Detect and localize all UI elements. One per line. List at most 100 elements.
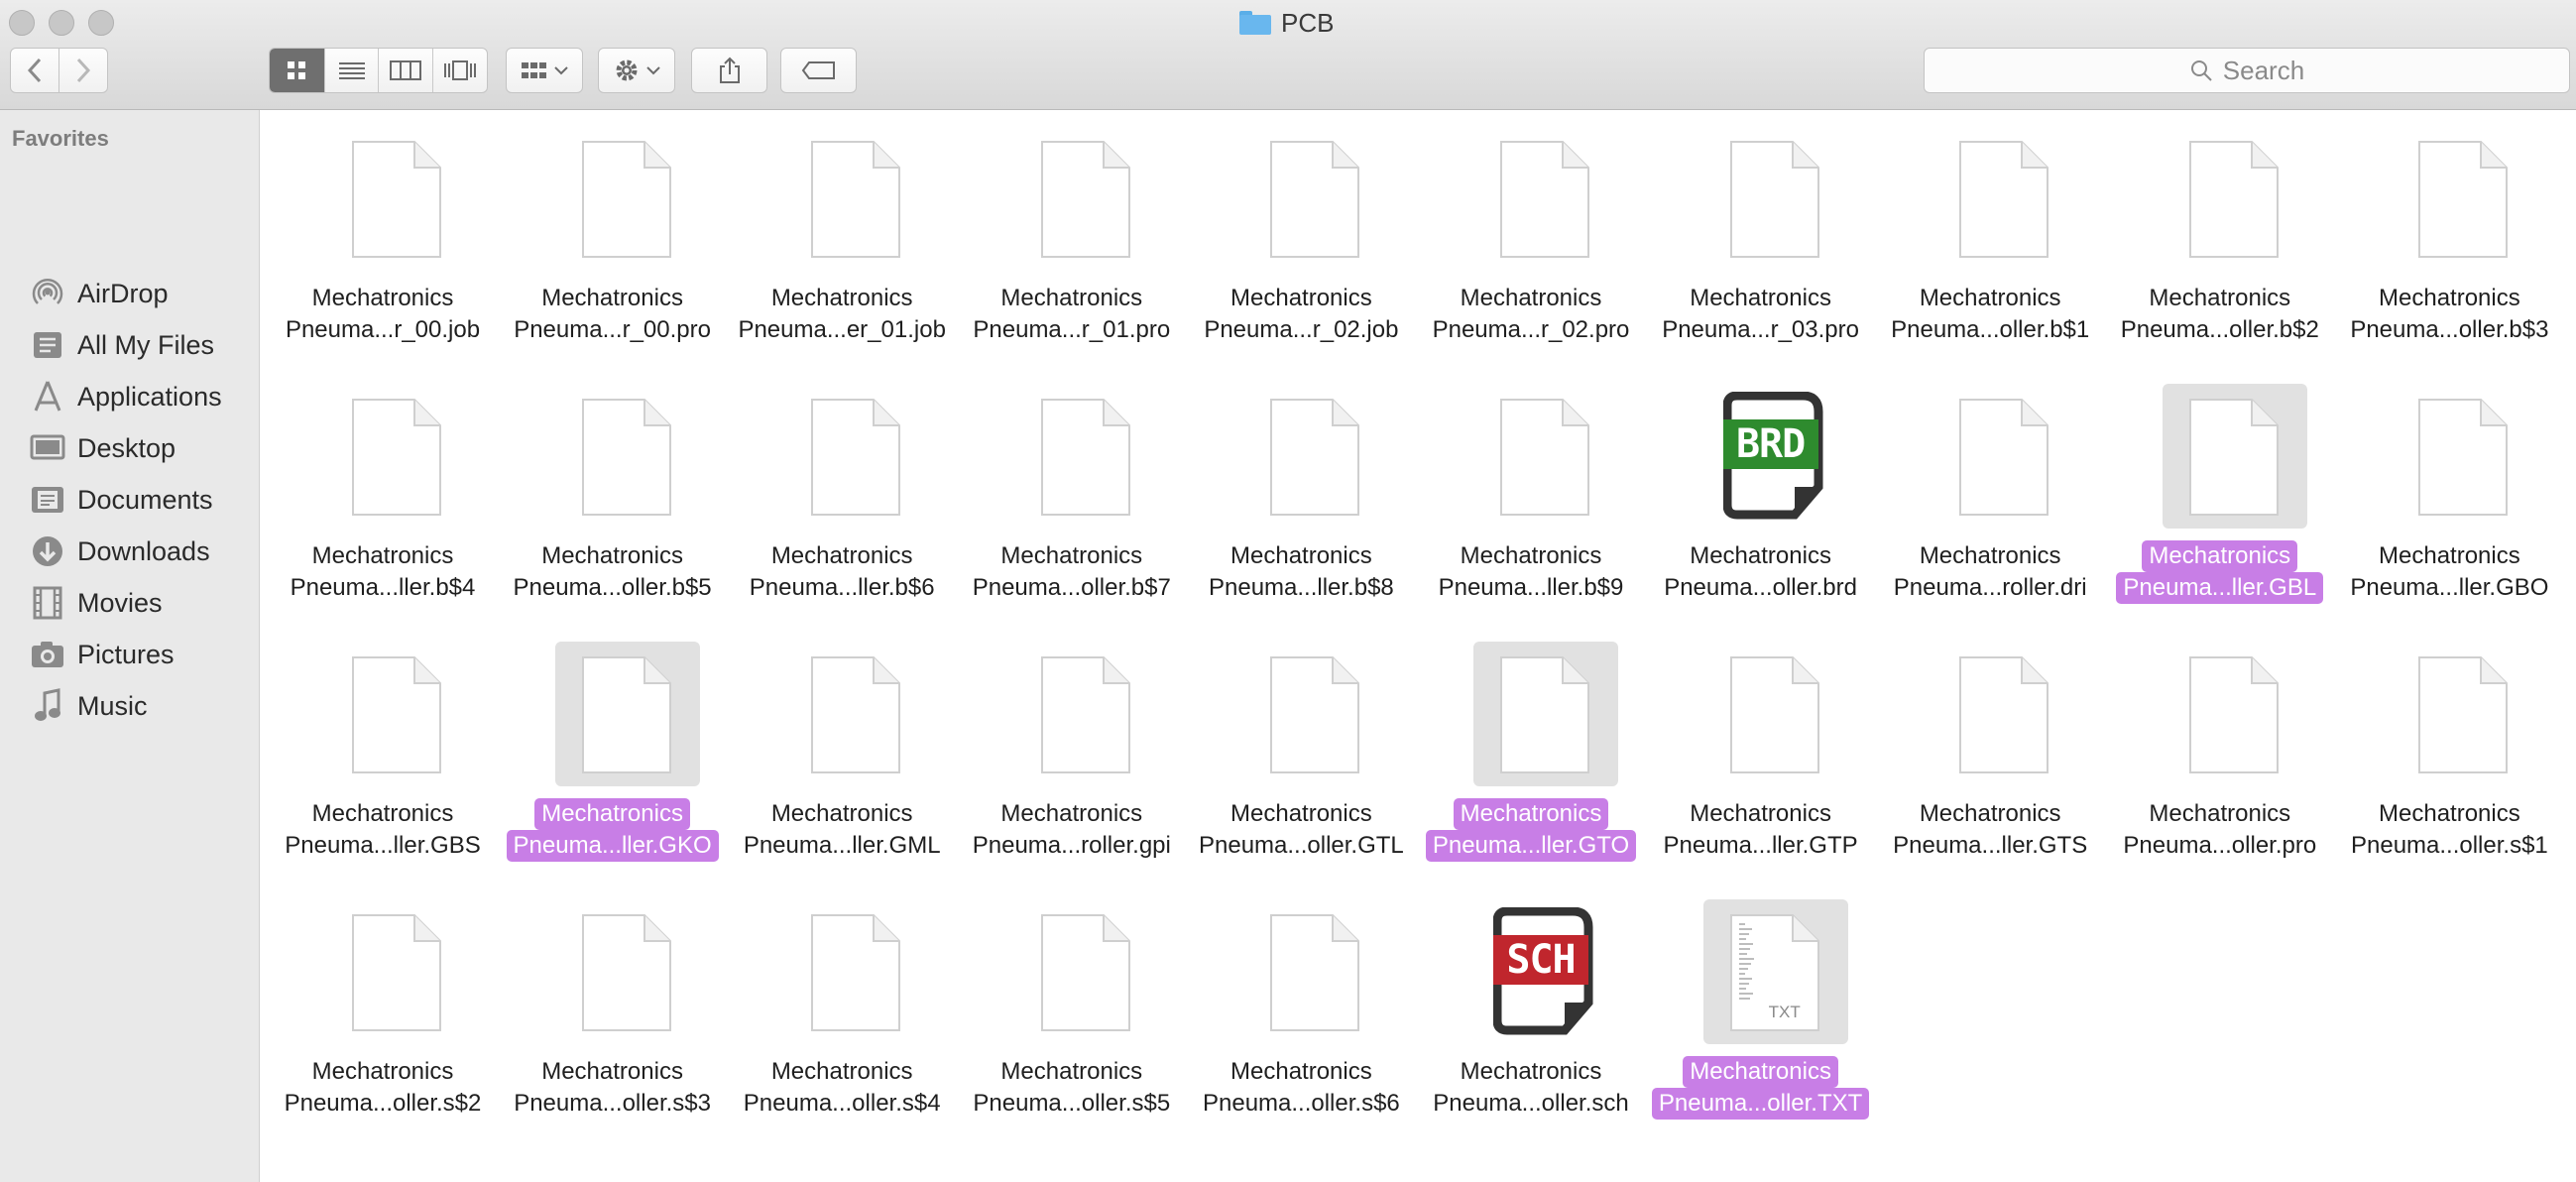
file-name[interactable]: Mechatronics Pneuma...ller.GTS — [1875, 798, 2105, 862]
file-item[interactable]: Mechatronics Pneuma...r_00.job — [268, 120, 498, 368]
file-item[interactable]: Mechatronics Pneuma...ller.GBS — [268, 636, 498, 884]
file-thumbnail[interactable] — [1703, 642, 1848, 786]
search-field[interactable]: Search — [1924, 48, 2570, 93]
file-thumbnail[interactable] — [784, 642, 929, 786]
sidebar-item-pictures[interactable]: Pictures — [0, 632, 260, 677]
file-item[interactable]: Mechatronics Pneuma...r_03.pro — [1646, 120, 1876, 368]
cover-flow-button[interactable] — [433, 49, 487, 92]
file-thumbnail[interactable]: TXT — [1702, 899, 1848, 1044]
column-view-button[interactable] — [379, 49, 434, 92]
sidebar-item-airdrop[interactable]: AirDrop — [0, 271, 260, 316]
file-item[interactable]: TXT Mechatronics Pneuma...oller.TXT — [1646, 893, 1876, 1141]
file-name[interactable]: Mechatronics Pneuma...ller.GKO — [498, 798, 728, 862]
file-item[interactable]: SCH Mechatronics Pneuma...oller.sch — [1416, 893, 1646, 1141]
file-item[interactable]: Mechatronics Pneuma...oller.b$3 — [2334, 120, 2564, 368]
file-name[interactable]: Mechatronics Pneuma...ller.b$8 — [1186, 540, 1416, 604]
close-window-button[interactable] — [9, 10, 35, 36]
minimize-window-button[interactable] — [49, 10, 74, 36]
file-item[interactable]: Mechatronics Pneuma...ller.GBO — [2334, 378, 2564, 626]
file-name[interactable]: Mechatronics Pneuma...r_00.pro — [498, 283, 728, 346]
file-thumbnail[interactable] — [1932, 642, 2077, 786]
file-name[interactable]: Mechatronics Pneuma...oller.brd — [1646, 540, 1876, 604]
file-thumbnail[interactable] — [554, 642, 700, 786]
file-thumbnail[interactable] — [2392, 384, 2536, 529]
file-name[interactable]: Mechatronics Pneuma...oller.s$5 — [957, 1056, 1187, 1120]
file-item[interactable]: Mechatronics Pneuma...ller.GKO — [498, 636, 728, 884]
edit-tags-button[interactable] — [780, 48, 857, 93]
file-name[interactable]: Mechatronics Pneuma...roller.gpi — [957, 798, 1187, 862]
file-thumbnail[interactable] — [1014, 642, 1159, 786]
file-thumbnail[interactable] — [784, 126, 929, 271]
sidebar-item-applications[interactable]: Applications — [0, 374, 260, 419]
file-thumbnail[interactable] — [325, 384, 470, 529]
file-item[interactable]: Mechatronics Pneuma...oller.s$6 — [1186, 893, 1416, 1141]
file-item[interactable]: Mechatronics Pneuma...oller.b$2 — [2105, 120, 2335, 368]
share-button[interactable] — [691, 48, 767, 93]
arrange-button[interactable] — [506, 48, 583, 93]
file-thumbnail[interactable] — [784, 899, 929, 1044]
file-name[interactable]: Mechatronics Pneuma...ller.b$6 — [727, 540, 957, 604]
file-thumbnail[interactable] — [2162, 384, 2307, 529]
file-name[interactable]: Mechatronics Pneuma...oller.s$4 — [727, 1056, 957, 1120]
file-item[interactable]: Mechatronics Pneuma...ller.GTP — [1646, 636, 1876, 884]
file-item[interactable]: Mechatronics Pneuma...ller.b$8 — [1186, 378, 1416, 626]
zoom-window-button[interactable] — [88, 10, 114, 36]
file-item[interactable]: Mechatronics Pneuma...roller.gpi — [957, 636, 1187, 884]
sidebar-item-all-my-files[interactable]: All My Files — [0, 322, 260, 368]
file-item[interactable]: Mechatronics Pneuma...ller.b$4 — [268, 378, 498, 626]
file-name[interactable]: Mechatronics Pneuma...er_01.job — [727, 283, 957, 346]
file-item[interactable]: Mechatronics Pneuma...r_01.pro — [957, 120, 1187, 368]
file-item[interactable]: BRD Mechatronics Pneuma...oller.brd — [1646, 378, 1876, 626]
file-name[interactable]: Mechatronics Pneuma...r_00.job — [268, 283, 498, 346]
file-thumbnail[interactable] — [2163, 126, 2307, 271]
file-item[interactable]: Mechatronics Pneuma...oller.s$3 — [498, 893, 728, 1141]
file-thumbnail[interactable] — [555, 384, 700, 529]
file-item[interactable]: Mechatronics Pneuma...oller.s$4 — [727, 893, 957, 1141]
file-item[interactable]: Mechatronics Pneuma...r_02.job — [1186, 120, 1416, 368]
file-item[interactable]: Mechatronics Pneuma...oller.GTL — [1186, 636, 1416, 884]
file-name[interactable]: Mechatronics Pneuma...oller.s$6 — [1186, 1056, 1416, 1120]
file-thumbnail[interactable] — [1473, 642, 1618, 786]
sidebar-item-desktop[interactable]: Desktop — [0, 425, 260, 471]
file-item[interactable]: Mechatronics Pneuma...ller.b$6 — [727, 378, 957, 626]
file-item[interactable]: Mechatronics Pneuma...ller.GML — [727, 636, 957, 884]
file-thumbnail[interactable] — [325, 642, 470, 786]
file-thumbnail[interactable] — [1473, 384, 1618, 529]
icon-view-button[interactable] — [270, 49, 325, 92]
sidebar-item-movies[interactable]: Movies — [0, 580, 260, 626]
file-name[interactable]: Mechatronics Pneuma...roller.dri — [1875, 540, 2105, 604]
file-thumbnail[interactable] — [1243, 384, 1388, 529]
file-thumbnail[interactable] — [1243, 899, 1388, 1044]
file-name[interactable]: Mechatronics Pneuma...oller.b$1 — [1875, 283, 2105, 346]
file-item[interactable]: Mechatronics Pneuma...ller.b$9 — [1416, 378, 1646, 626]
file-thumbnail[interactable] — [2392, 642, 2536, 786]
file-item[interactable]: Mechatronics Pneuma...oller.s$2 — [268, 893, 498, 1141]
file-thumbnail[interactable] — [325, 899, 470, 1044]
file-name[interactable]: Mechatronics Pneuma...r_03.pro — [1646, 283, 1876, 346]
file-thumbnail[interactable] — [1014, 126, 1159, 271]
file-item[interactable]: Mechatronics Pneuma...roller.dri — [1875, 378, 2105, 626]
file-name[interactable]: Mechatronics Pneuma...r_01.pro — [957, 283, 1187, 346]
file-thumbnail[interactable] — [1703, 126, 1848, 271]
sidebar-item-downloads[interactable]: Downloads — [0, 529, 260, 574]
list-view-button[interactable] — [325, 49, 380, 92]
file-item[interactable]: Mechatronics Pneuma...r_00.pro — [498, 120, 728, 368]
file-name[interactable]: Mechatronics Pneuma...oller.sch — [1416, 1056, 1646, 1120]
file-thumbnail[interactable] — [555, 126, 700, 271]
file-name[interactable]: Mechatronics Pneuma...oller.pro — [2105, 798, 2335, 862]
file-name[interactable]: Mechatronics Pneuma...r_02.pro — [1416, 283, 1646, 346]
file-name[interactable]: Mechatronics Pneuma...r_02.job — [1186, 283, 1416, 346]
file-item[interactable]: Mechatronics Pneuma...oller.s$5 — [957, 893, 1187, 1141]
file-item[interactable]: Mechatronics Pneuma...ller.GTO — [1416, 636, 1646, 884]
file-item[interactable]: Mechatronics Pneuma...oller.b$7 — [957, 378, 1187, 626]
file-thumbnail[interactable] — [555, 899, 700, 1044]
sidebar-item-documents[interactable]: Documents — [0, 477, 260, 523]
file-thumbnail[interactable] — [2392, 126, 2536, 271]
file-item[interactable]: Mechatronics Pneuma...oller.pro — [2105, 636, 2335, 884]
file-thumbnail[interactable] — [325, 126, 470, 271]
file-name[interactable]: Mechatronics Pneuma...ller.GTP — [1646, 798, 1876, 862]
file-thumbnail[interactable] — [2163, 642, 2307, 786]
file-thumbnail[interactable] — [1932, 384, 2077, 529]
file-name[interactable]: Mechatronics Pneuma...oller.TXT — [1646, 1056, 1876, 1120]
file-name[interactable]: Mechatronics Pneuma...oller.s$3 — [498, 1056, 728, 1120]
